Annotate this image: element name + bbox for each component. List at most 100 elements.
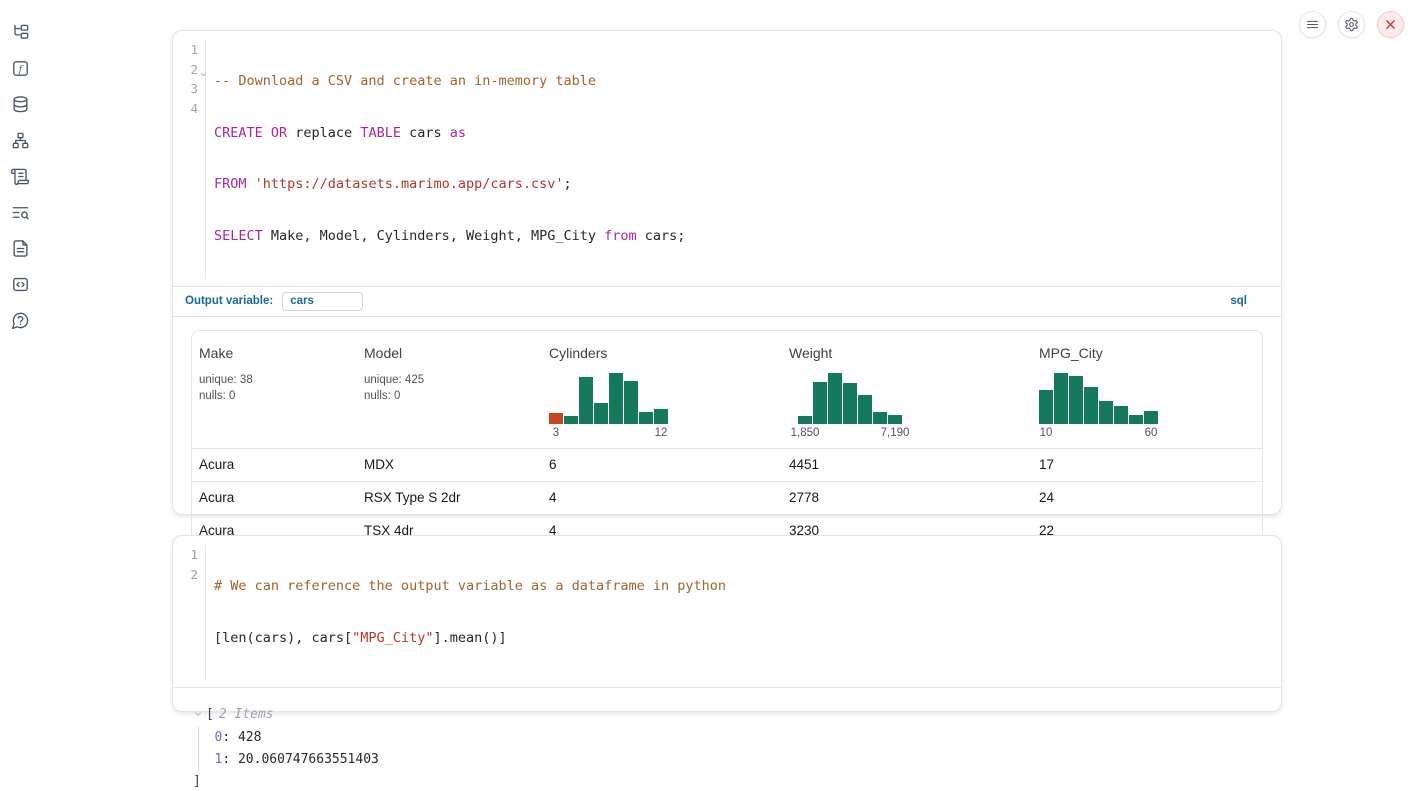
dependency-graph-icon[interactable] <box>11 131 30 150</box>
cell-make: Acura <box>192 490 357 505</box>
cylinders-histogram: 3 12 <box>549 372 668 442</box>
documentation-icon[interactable] <box>11 239 30 258</box>
hist-max-label: 60 <box>1145 427 1158 439</box>
histogram-bar <box>564 416 578 424</box>
item-separator: : <box>222 752 238 767</box>
sql-text: cars; <box>637 228 686 244</box>
python-text: ].mean()] <box>433 630 506 646</box>
tree-item: 1: 20.060747663551403 <box>215 749 1282 771</box>
cell-weight: 4451 <box>782 457 1032 472</box>
cell-weight: 2778 <box>782 490 1032 505</box>
sql-keyword: TABLE <box>360 125 401 141</box>
histogram-bar <box>1039 390 1053 424</box>
column-title: Cylinders <box>549 345 782 361</box>
histogram-axis-labels: 3 12 <box>549 427 668 442</box>
histogram-bar <box>1114 406 1128 424</box>
histogram-axis-labels: 1,850 7,190 <box>798 427 902 442</box>
line-number: 2 <box>173 565 198 585</box>
output-variable-input[interactable] <box>282 292 363 311</box>
table-row: Acura MDX 6 4451 17 <box>192 448 1262 481</box>
histogram-bar <box>579 377 593 424</box>
table-row: Acura RSX Type S 2dr 4 2778 24 <box>192 481 1262 514</box>
scratchpad-icon[interactable] <box>11 167 30 186</box>
histogram-bar <box>549 413 563 424</box>
column-title: MPG_City <box>1039 345 1262 361</box>
output-variable-bar: Output variable: sql <box>173 286 1281 317</box>
sql-keyword: as <box>450 125 466 141</box>
hist-min-label: 3 <box>553 427 559 439</box>
close-bracket: ] <box>193 773 1281 791</box>
menu-button[interactable] <box>1299 11 1326 38</box>
sql-keyword: SELECT <box>214 228 263 244</box>
column-title: Weight <box>789 345 1032 361</box>
histogram-bar <box>813 382 827 424</box>
collapse-chevron-icon[interactable] <box>193 709 203 719</box>
sql-text <box>247 176 255 192</box>
file-explorer-icon[interactable] <box>11 23 30 42</box>
python-editor[interactable]: 1 2 # We can reference the output variab… <box>173 536 1281 688</box>
sql-text: cars <box>401 125 450 141</box>
output-variable-label: Output variable: <box>185 295 273 307</box>
sidebar: f <box>11 23 30 330</box>
histogram-bar <box>594 403 608 424</box>
language-badge[interactable]: sql <box>1230 295 1247 307</box>
column-header-make[interactable]: Make unique: 38 nulls: 0 <box>192 345 357 442</box>
sql-cell: 1 2 3 4 -- Download a CSV and create an … <box>172 30 1282 515</box>
line-number: 2 <box>173 60 198 80</box>
column-title: Model <box>364 345 542 361</box>
histogram-bar <box>654 409 668 424</box>
cell-cylinders: 6 <box>542 457 782 472</box>
histogram-bar <box>624 381 638 424</box>
fold-chevron-icon[interactable] <box>199 70 208 79</box>
histogram-bar <box>828 373 842 424</box>
histogram-bar <box>1069 376 1083 424</box>
data-sources-icon[interactable] <box>11 95 30 114</box>
histogram-bar <box>1129 415 1143 424</box>
cell-model: MDX <box>357 457 542 472</box>
settings-button[interactable] <box>1338 11 1365 38</box>
column-header-model[interactable]: Model unique: 425 nulls: 0 <box>357 345 542 442</box>
mpg-city-histogram: 10 60 <box>1039 372 1158 442</box>
cell-mpg-city: 17 <box>1032 457 1262 472</box>
column-header-mpg-city[interactable]: MPG_City 10 60 <box>1032 345 1262 442</box>
histogram-bar <box>1144 411 1158 424</box>
hist-min-label: 1,850 <box>791 427 820 439</box>
column-stats: unique: 425 nulls: 0 <box>364 372 542 405</box>
functions-icon[interactable]: f <box>11 59 30 78</box>
snippets-icon[interactable] <box>11 275 30 294</box>
sql-keyword: CREATE OR <box>214 125 287 141</box>
topbar-actions <box>1299 11 1404 38</box>
python-cell: 1 2 # We can reference the output variab… <box>172 535 1282 712</box>
sql-editor[interactable]: 1 2 3 4 -- Download a CSV and create an … <box>173 31 1281 286</box>
column-title: Make <box>199 345 357 361</box>
python-string: "MPG_City" <box>352 630 433 646</box>
hamburger-icon <box>1305 17 1320 32</box>
sql-text: ; <box>564 176 572 192</box>
sql-comment: -- Download a CSV and create an in-memor… <box>214 73 596 89</box>
gear-icon <box>1344 17 1359 32</box>
histogram-axis-labels: 10 60 <box>1039 427 1158 442</box>
line-number-gutter: 1 2 <box>173 545 206 680</box>
python-text: [len(cars), cars[ <box>214 630 352 646</box>
help-icon[interactable] <box>11 311 30 330</box>
item-separator: : <box>222 730 238 745</box>
histogram-bar <box>639 412 653 424</box>
shutdown-button[interactable] <box>1377 11 1404 38</box>
unique-count: unique: 425 <box>364 372 542 389</box>
column-header-cylinders[interactable]: Cylinders 3 12 <box>542 345 782 442</box>
histogram-bar <box>1099 401 1113 424</box>
open-bracket: [ <box>206 707 214 722</box>
logs-icon[interactable] <box>11 203 30 222</box>
histogram-bar <box>1054 373 1068 424</box>
close-icon <box>1383 17 1398 32</box>
python-comment: # We can reference the output variable a… <box>214 578 726 594</box>
tree-item: 0: 428 <box>215 727 1282 749</box>
column-header-weight[interactable]: Weight 1,850 7,190 <box>782 345 1032 442</box>
null-count: nulls: 0 <box>199 388 357 405</box>
histogram-bar <box>873 412 887 424</box>
sql-string: 'https://datasets.marimo.app/cars.csv' <box>255 176 564 192</box>
column-stats: unique: 38 nulls: 0 <box>199 372 357 405</box>
line-number: 1 <box>173 40 198 60</box>
histogram-bar <box>858 395 872 424</box>
item-value: 20.060747663551403 <box>238 752 379 767</box>
